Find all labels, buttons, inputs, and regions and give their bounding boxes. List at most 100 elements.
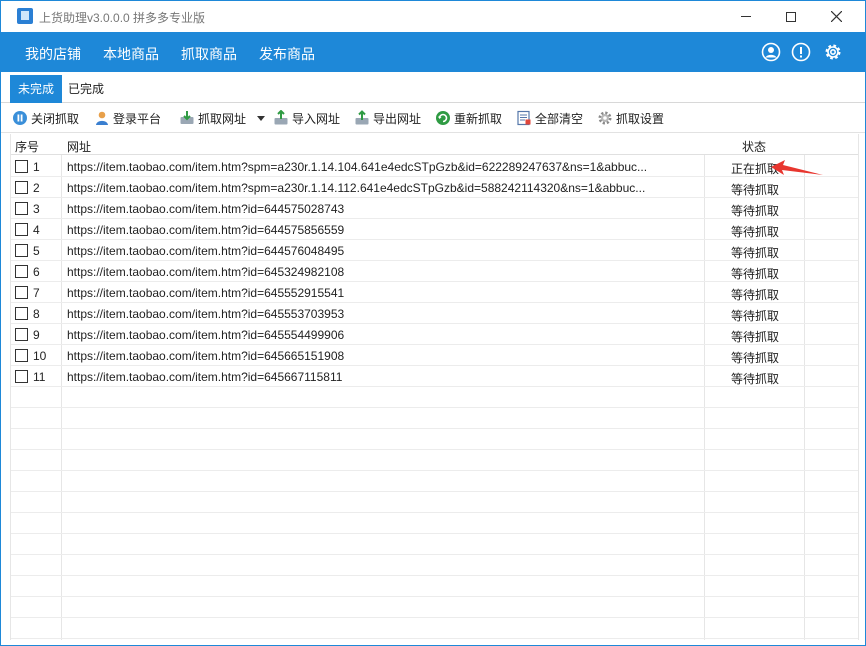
- row-url: https://item.taobao.com/item.htm?id=6453…: [67, 265, 345, 279]
- close-icon: [830, 11, 842, 22]
- row-checkbox[interactable]: [15, 202, 28, 215]
- header-index[interactable]: 序号: [15, 138, 39, 155]
- row-index: 6: [33, 265, 40, 279]
- tab-finished[interactable]: 已完成: [62, 75, 110, 103]
- close-button[interactable]: [813, 1, 859, 32]
- fetch-url-dropdown-icon[interactable]: [257, 116, 265, 121]
- table-row[interactable]: 3 https://item.taobao.com/item.htm?id=644…: [11, 198, 858, 219]
- table-row[interactable]: 11 https://item.taobao.com/item.htm?id=64…: [11, 366, 858, 387]
- menu-fetch-products[interactable]: 抓取商品: [181, 44, 237, 64]
- stop-fetch-label: 关闭抓取: [31, 111, 80, 126]
- toolbar: 关闭抓取 登录平台 抓取网址 导入网址 导出网址 重新抓取 全部清空 抓取设置: [1, 104, 865, 133]
- user-icon[interactable]: [761, 42, 781, 62]
- table-row[interactable]: 4 https://item.taobao.com/item.htm?id=644…: [11, 219, 858, 240]
- menu-local-products[interactable]: 本地商品: [103, 44, 159, 64]
- empty-row: [11, 555, 858, 576]
- row-status: 等待抓取: [730, 267, 779, 281]
- row-checkbox[interactable]: [15, 307, 28, 320]
- row-checkbox[interactable]: [15, 244, 28, 257]
- row-index: 4: [33, 223, 40, 237]
- url-table: 序号 网址 状态 1 https://item.taobao.com/item.h…: [10, 134, 859, 640]
- row-url: https://item.taobao.com/item.htm?id=6456…: [67, 349, 345, 363]
- export-icon: [355, 110, 369, 125]
- menu-my-store[interactable]: 我的店铺: [25, 44, 81, 64]
- row-url: https://item.taobao.com/item.htm?id=6445…: [67, 223, 345, 237]
- table-row[interactable]: 7 https://item.taobao.com/item.htm?id=645…: [11, 282, 858, 303]
- row-index: 9: [33, 328, 40, 342]
- row-checkbox[interactable]: [15, 181, 28, 194]
- row-url: https://item.taobao.com/item.htm?spm=a23…: [67, 160, 648, 174]
- row-checkbox[interactable]: [15, 328, 28, 341]
- row-index: 11: [33, 370, 46, 384]
- info-icon[interactable]: [791, 42, 811, 62]
- row-url: https://item.taobao.com/item.htm?id=6445…: [67, 202, 345, 216]
- row-status: 等待抓取: [730, 351, 779, 365]
- row-url: https://item.taobao.com/item.htm?id=6455…: [67, 307, 345, 321]
- menu-publish-products[interactable]: 发布商品: [259, 44, 315, 64]
- row-checkbox[interactable]: [15, 265, 28, 278]
- header-url[interactable]: 网址: [67, 138, 91, 155]
- table-row[interactable]: 2 https://item.taobao.com/item.htm?spm=a2…: [11, 177, 858, 198]
- row-checkbox[interactable]: [15, 160, 28, 173]
- row-index: 10: [33, 349, 47, 363]
- status-tabs: 未完成 已完成: [1, 72, 865, 103]
- row-url: https://item.taobao.com/item.htm?id=6456…: [67, 370, 343, 384]
- table-row[interactable]: 8 https://item.taobao.com/item.htm?id=645…: [11, 303, 858, 324]
- table-row[interactable]: 1 https://item.taobao.com/item.htm?spm=a2…: [11, 156, 858, 177]
- row-checkbox[interactable]: [15, 286, 28, 299]
- table-row[interactable]: 6 https://item.taobao.com/item.htm?id=645…: [11, 261, 858, 282]
- table-row[interactable]: 9 https://item.taobao.com/item.htm?id=645…: [11, 324, 858, 345]
- minimize-icon: [741, 16, 751, 17]
- row-url: https://item.taobao.com/item.htm?spm=a23…: [67, 181, 646, 195]
- app-window: 上货助理v3.0.0.0 拼多多专业版 我的店铺 本地商品 抓取商品 发布商品 …: [0, 0, 866, 646]
- main-menu-bar: 我的店铺 本地商品 抓取商品 发布商品: [1, 32, 865, 72]
- header-status[interactable]: 状态: [742, 138, 766, 155]
- clear-all-label: 全部清空: [535, 111, 584, 126]
- download-icon: [180, 111, 194, 124]
- gear-icon[interactable]: [823, 42, 843, 62]
- row-checkbox[interactable]: [15, 223, 28, 236]
- login-platform-button[interactable]: 登录平台: [94, 109, 161, 127]
- row-checkbox[interactable]: [15, 370, 28, 383]
- tab-unfinished[interactable]: 未完成: [10, 75, 62, 103]
- import-url-label: 导入网址: [292, 111, 341, 126]
- empty-row: [11, 492, 858, 513]
- fetch-url-label: 抓取网址: [198, 111, 247, 126]
- clear-all-button[interactable]: 全部清空: [516, 109, 583, 127]
- fetch-url-button[interactable]: 抓取网址: [179, 109, 246, 127]
- import-url-button[interactable]: 导入网址: [273, 109, 340, 127]
- export-url-button[interactable]: 导出网址: [354, 109, 421, 127]
- table-header: 序号 网址 状态: [11, 134, 858, 155]
- row-status: 等待抓取: [730, 246, 779, 260]
- row-url: https://item.taobao.com/item.htm?id=6445…: [67, 244, 345, 258]
- row-index: 3: [33, 202, 40, 216]
- row-url: https://item.taobao.com/item.htm?id=6455…: [67, 286, 345, 300]
- title-bar: 上货助理v3.0.0.0 拼多多专业版: [1, 1, 865, 32]
- row-checkbox[interactable]: [15, 349, 28, 362]
- row-url: https://item.taobao.com/item.htm?id=6455…: [67, 328, 345, 342]
- minimize-button[interactable]: [723, 1, 769, 32]
- refetch-label: 重新抓取: [454, 111, 503, 126]
- row-index: 8: [33, 307, 40, 321]
- empty-row: [11, 408, 858, 429]
- window-title: 上货助理v3.0.0.0 拼多多专业版: [39, 11, 206, 25]
- refetch-button[interactable]: 重新抓取: [435, 109, 502, 127]
- row-status: 等待抓取: [730, 183, 779, 197]
- empty-row: [11, 450, 858, 471]
- maximize-button[interactable]: [768, 1, 814, 32]
- import-icon: [274, 110, 288, 125]
- empty-row: [11, 618, 858, 639]
- fetch-settings-button[interactable]: 抓取设置: [597, 109, 664, 127]
- table-body: 1 https://item.taobao.com/item.htm?spm=a2…: [11, 156, 858, 639]
- fetch-settings-label: 抓取设置: [616, 111, 665, 126]
- stop-fetch-button[interactable]: 关闭抓取: [12, 109, 79, 127]
- settings-icon: [598, 111, 612, 125]
- empty-row: [11, 534, 858, 555]
- table-row[interactable]: 10 https://item.taobao.com/item.htm?id=64…: [11, 345, 858, 366]
- person-icon: [96, 111, 108, 125]
- row-status: 等待抓取: [730, 204, 779, 218]
- empty-row: [11, 597, 858, 618]
- empty-row: [11, 513, 858, 534]
- app-icon: [17, 8, 33, 24]
- table-row[interactable]: 5 https://item.taobao.com/item.htm?id=644…: [11, 240, 858, 261]
